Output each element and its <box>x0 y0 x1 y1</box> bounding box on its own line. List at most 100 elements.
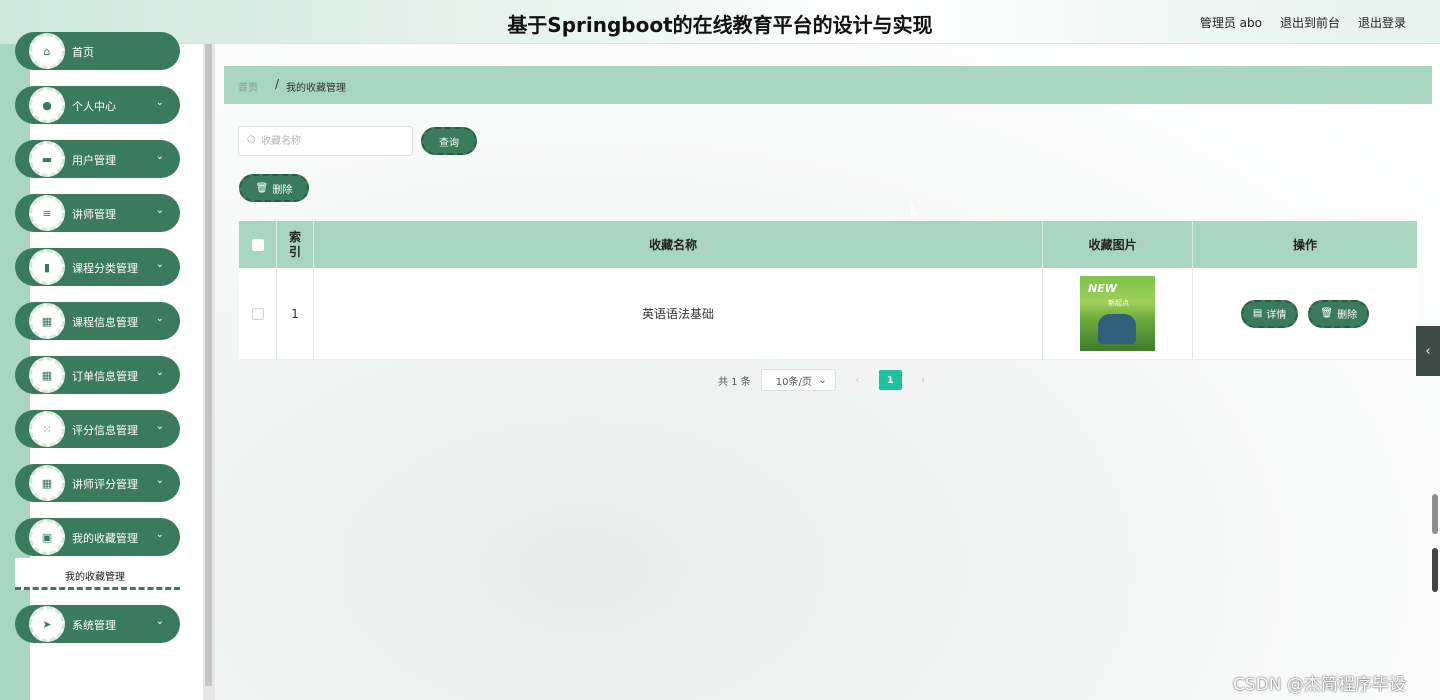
header-index: 索引 <box>277 221 314 268</box>
dots-grid-icon: ⁙ <box>29 411 65 447</box>
table-row: 1 英语语法基础 NEW 新起点 ▤ 详情 🗑 删除 <box>239 268 1417 360</box>
header-links: 管理员 abo 退出到前台 退出登录 <box>1200 14 1406 31</box>
page-scrollbar-thumb[interactable] <box>1432 494 1438 534</box>
sidebar-item-label: 讲师评分管理 <box>72 478 138 491</box>
pagination-total: 共 1 条 <box>718 376 751 388</box>
to-front-link[interactable]: 退出到前台 <box>1280 14 1340 31</box>
header-name-label: 收藏名称 <box>649 238 698 252</box>
row-index: 1 <box>277 268 314 359</box>
chevron-down-icon: ⌄ <box>155 475 164 486</box>
prev-page-button[interactable]: ‹ <box>845 370 869 390</box>
top-header: 基于Springboot的在线教育平台的设计与实现 管理员 abo 退出到前台 … <box>0 0 1440 44</box>
row-delete-label: 删除 <box>1337 310 1358 321</box>
header-image-label: 收藏图片 <box>1088 238 1137 252</box>
sidebar-item-label: 课程信息管理 <box>72 316 138 329</box>
sidebar-item-course-category[interactable]: ▮ 课程分类管理 ⌄ <box>15 248 180 286</box>
grid-icon: ▦ <box>29 303 65 339</box>
chevron-down-icon: ⌄ <box>155 313 164 324</box>
breadcrumb-current: 我的收藏管理 <box>286 83 346 94</box>
row-select-cell <box>239 268 277 359</box>
search-icon: ○ <box>247 134 256 145</box>
row-ops: ▤ 详情 🗑 删除 <box>1193 268 1417 359</box>
detail-button[interactable]: ▤ 详情 <box>1240 299 1299 328</box>
page-scrollbar-track[interactable] <box>1432 548 1438 592</box>
sort-icon[interactable]: ⇅ <box>700 240 707 249</box>
trash-icon: 🗑 <box>255 182 269 194</box>
chevron-down-icon: ⌄ <box>818 374 827 386</box>
row-image-cell: NEW 新起点 <box>1043 268 1193 359</box>
collapse-panel-button[interactable]: ‹ <box>1416 326 1440 376</box>
search-input[interactable] <box>261 132 406 150</box>
search-field[interactable]: ○ <box>238 126 413 156</box>
logout-link[interactable]: 退出登录 <box>1358 14 1406 31</box>
book-cover-title: NEW <box>1088 282 1117 295</box>
chevron-down-icon: ⌄ <box>155 205 164 216</box>
sidebar-item-lecturer-rating[interactable]: ▦ 讲师评分管理 ⌄ <box>15 464 180 502</box>
page-size-select[interactable]: 10条/页 ⌄ <box>760 369 836 391</box>
row-checkbox[interactable] <box>251 307 264 320</box>
grid-icon: ▦ <box>29 357 65 393</box>
chevron-down-icon: ⌄ <box>155 151 164 162</box>
select-all-checkbox[interactable] <box>251 238 264 251</box>
page-size-value: 10条/页 <box>775 376 812 388</box>
home-icon: ⌂ <box>29 33 65 69</box>
header-name[interactable]: 收藏名称 ⇅ <box>314 221 1043 268</box>
sidebar-item-course-info[interactable]: ▦ 课程信息管理 ⌄ <box>15 302 180 340</box>
sidebar-item-personal-center[interactable]: ● 个人中心 ⌄ <box>15 86 180 124</box>
current-user-label: 管理员 abo <box>1199 16 1262 30</box>
header-image[interactable]: 收藏图片 ⇅ <box>1043 221 1193 268</box>
sidebar-item-home[interactable]: ⌂ 首页 <box>15 32 180 70</box>
search-button-label: 查询 <box>439 137 459 149</box>
sidebar-item-label: 订单信息管理 <box>72 370 138 383</box>
breadcrumb-home[interactable]: 首页 <box>238 79 258 94</box>
chevron-left-icon: ‹ <box>1425 343 1431 359</box>
sort-icon[interactable]: ⇅ <box>1140 240 1147 249</box>
chevron-up-icon: ⌄ <box>155 529 164 540</box>
sidebar-item-order-info[interactable]: ▦ 订单信息管理 ⌄ <box>15 356 180 394</box>
page-number-button[interactable]: 1 <box>878 370 902 390</box>
header-ops-label: 操作 <box>1292 238 1317 252</box>
sidebar-item-user-management[interactable]: ▬ 用户管理 ⌄ <box>15 140 180 178</box>
batch-delete-button[interactable]: 🗑 删除 <box>239 174 309 202</box>
next-page-button[interactable]: › <box>911 370 935 390</box>
sidebar-item-rating-info[interactable]: ⁙ 评分信息管理 ⌄ <box>15 410 180 448</box>
document-icon: ▤ <box>1252 308 1263 319</box>
sidebar-item-my-favorites[interactable]: ▣ 我的收藏管理 ⌄ <box>15 518 180 556</box>
sidebar-item-label: 评分信息管理 <box>72 424 138 437</box>
batch-delete-label: 删除 <box>272 184 293 196</box>
main-content: 首页 / 我的收藏管理 ○ 查询 🗑 删除 索引 收藏名称⇅ 收藏图片⇅ <box>215 44 1440 700</box>
book-cover-image[interactable]: NEW 新起点 <box>1080 276 1155 351</box>
header-select-all-cell <box>239 221 277 268</box>
sidebar-item-label: 系统管理 <box>72 619 116 632</box>
breadcrumb: 首页 / 我的收藏管理 <box>224 66 1432 104</box>
pagination: 共 1 条 10条/页 ⌄ ‹ 1 › <box>718 369 935 391</box>
sidebar-scrollbar[interactable] <box>203 44 215 700</box>
breadcrumb-separator: / <box>275 77 280 91</box>
sidebar-item-label: 首页 <box>72 46 94 59</box>
row-delete-button[interactable]: 🗑 删除 <box>1308 299 1370 328</box>
send-icon: ➤ <box>29 606 65 642</box>
chevron-down-icon: ⌄ <box>155 616 164 627</box>
submenu-my-favorites[interactable]: 我的收藏管理 <box>15 558 180 590</box>
trash-icon: 🗑 <box>1320 308 1334 319</box>
search-button[interactable]: 查询 <box>421 127 477 155</box>
book-cover-people <box>1098 314 1136 344</box>
watermark: CSDN @杰简程序毕设 <box>1233 675 1406 695</box>
row-name: 英语语法基础 <box>314 268 1043 359</box>
grid-icon: ▦ <box>29 465 65 501</box>
bar-chart-icon: ▮ <box>29 249 65 285</box>
sidebar-scrollbar-thumb[interactable] <box>205 44 212 686</box>
user-icon: ● <box>29 87 65 123</box>
sidebar-item-label: 我的收藏管理 <box>72 532 138 545</box>
sidebar-item-label: 讲师管理 <box>72 208 116 221</box>
book-cover-subtitle: 新起点 <box>1108 299 1129 307</box>
sidebar-item-label: 用户管理 <box>72 154 116 167</box>
sidebar-item-label: 课程分类管理 <box>72 262 138 275</box>
chevron-down-icon: ⌄ <box>155 97 164 108</box>
sidebar-item-system-management[interactable]: ➤ 系统管理 ⌄ <box>15 605 180 643</box>
sidebar-item-lecturer-management[interactable]: ≡ 讲师管理 ⌄ <box>15 194 180 232</box>
briefcase-icon: ▬ <box>29 141 65 177</box>
header-index-label: 索引 <box>288 229 301 259</box>
submenu-item-label: 我的收藏管理 <box>65 572 125 583</box>
chevron-down-icon: ⌄ <box>155 259 164 270</box>
